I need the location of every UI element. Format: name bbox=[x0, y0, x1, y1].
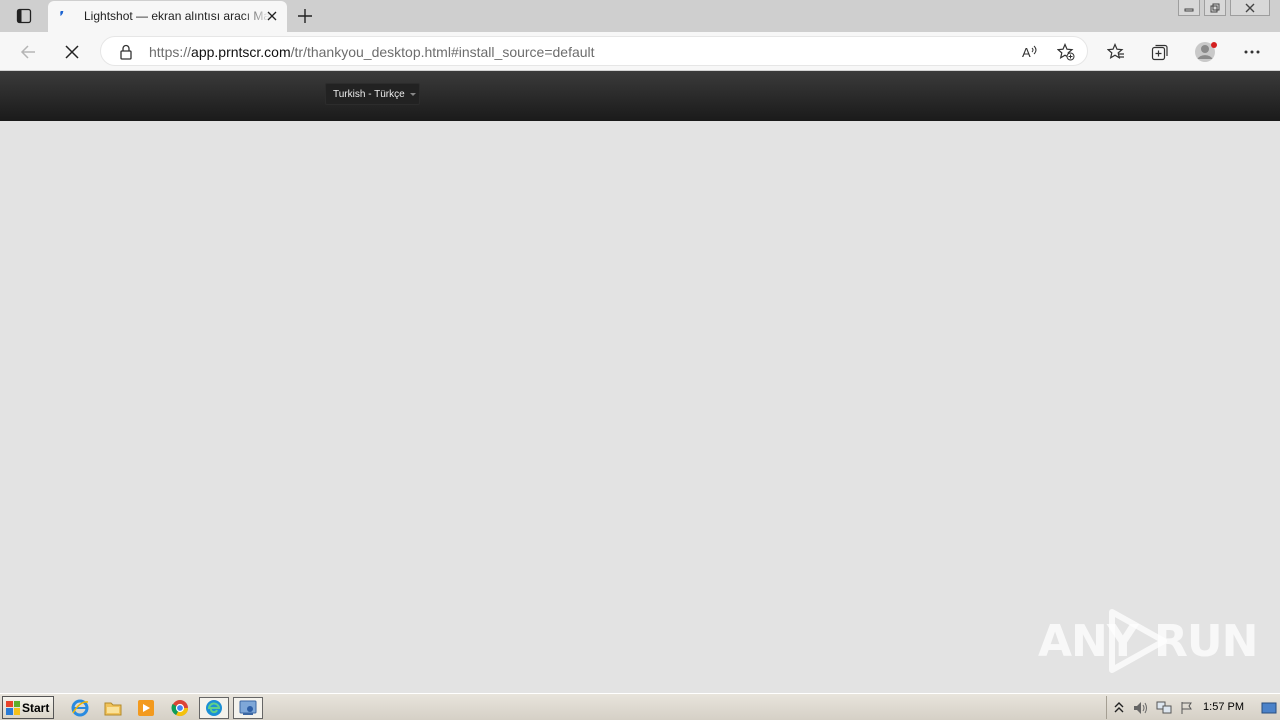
back-arrow-icon[interactable] bbox=[16, 40, 40, 64]
taskbar-clock[interactable]: 1:57 PM bbox=[1203, 701, 1244, 713]
stop-loading-icon[interactable] bbox=[60, 40, 84, 64]
action-center-flag-icon[interactable] bbox=[1179, 700, 1195, 716]
read-aloud-icon[interactable]: A bbox=[1019, 42, 1041, 62]
system-tray: 1:57 PM bbox=[1106, 696, 1280, 719]
profile-icon[interactable] bbox=[1194, 40, 1218, 64]
media-player-icon[interactable] bbox=[134, 697, 158, 719]
language-select[interactable]: Turkish - Türkçe bbox=[325, 83, 420, 105]
internet-explorer-icon[interactable] bbox=[68, 697, 92, 719]
taskbar: Start 1:57 PM bbox=[0, 693, 1280, 720]
url-text[interactable]: https://app.prntscr.com/tr/thankyou_desk… bbox=[149, 44, 595, 60]
tab-title: Lightshot — ekran alıntısı aracı Mac & W… bbox=[84, 9, 270, 23]
watermark-right-text: RUN bbox=[1154, 616, 1258, 667]
add-favorite-icon[interactable] bbox=[1055, 42, 1077, 62]
close-icon[interactable] bbox=[264, 8, 280, 24]
browser-toolbar: https://app.prntscr.com/tr/thankyou_desk… bbox=[0, 32, 1280, 71]
more-icon[interactable] bbox=[1240, 40, 1264, 64]
start-button[interactable]: Start bbox=[2, 696, 54, 719]
minimize-icon[interactable] bbox=[1178, 0, 1200, 16]
site-header: Turkish - Türkçe bbox=[0, 71, 1280, 121]
windows-logo-icon bbox=[6, 700, 20, 715]
network-icon[interactable] bbox=[1156, 700, 1172, 716]
anyrun-watermark: ANY RUN bbox=[1038, 606, 1258, 676]
file-explorer-icon[interactable] bbox=[101, 697, 125, 719]
url-host: app.prntscr.com bbox=[191, 44, 291, 60]
collections-icon[interactable] bbox=[1148, 40, 1172, 64]
show-hidden-icons-icon[interactable] bbox=[1111, 700, 1127, 716]
browser-tab[interactable]: ❜ Lightshot — ekran alıntısı aracı Mac &… bbox=[48, 1, 287, 32]
lightshot-favicon-icon: ❜ bbox=[58, 9, 62, 23]
volume-icon[interactable] bbox=[1133, 700, 1149, 716]
lock-icon[interactable] bbox=[119, 44, 133, 60]
url-path: /tr/thankyou_desktop.html#install_source… bbox=[290, 44, 595, 60]
url-scheme: https:// bbox=[149, 44, 192, 60]
installer-app-icon[interactable] bbox=[233, 697, 263, 719]
tab-strip: ❜ Lightshot — ekran alıntısı aracı Mac &… bbox=[0, 0, 1280, 32]
window-controls bbox=[1178, 0, 1270, 18]
show-desktop-icon[interactable] bbox=[1261, 700, 1277, 716]
window-close-icon[interactable] bbox=[1230, 0, 1270, 16]
chevron-down-icon bbox=[409, 93, 416, 96]
favorites-icon[interactable] bbox=[1104, 40, 1128, 64]
chrome-icon[interactable] bbox=[168, 697, 192, 719]
address-bar[interactable]: https://app.prntscr.com/tr/thankyou_desk… bbox=[100, 36, 1088, 66]
edge-icon[interactable] bbox=[199, 697, 229, 719]
restore-icon[interactable] bbox=[1204, 0, 1226, 16]
language-select-value: Turkish - Türkçe bbox=[333, 89, 405, 100]
start-label: Start bbox=[22, 700, 50, 715]
plus-icon[interactable] bbox=[294, 5, 316, 27]
svg-text:A: A bbox=[1022, 45, 1031, 60]
tab-actions-icon[interactable] bbox=[10, 5, 38, 27]
